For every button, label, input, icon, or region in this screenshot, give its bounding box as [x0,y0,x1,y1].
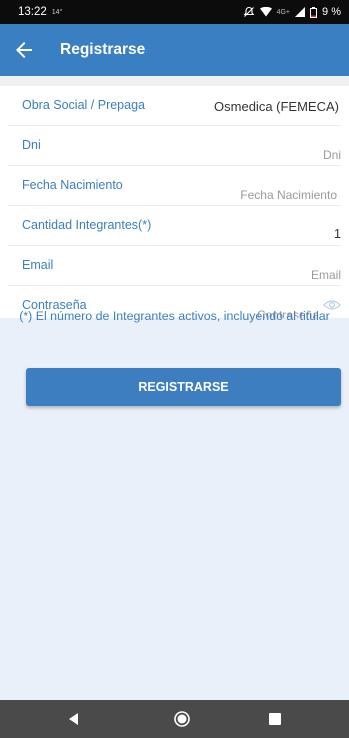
obra-social-label: Obra Social / Prepaga [22,98,145,112]
cantidad-integrantes-input[interactable]: 1 [334,227,341,241]
dni-field[interactable]: Dni Dni [8,126,341,166]
system-nav-bar [0,700,349,738]
email-label: Email [22,258,54,272]
network-type: 4G+ [276,8,291,16]
page-title: Registrarse [60,41,146,58]
email-field[interactable]: Email Email [8,246,341,286]
integrantes-note: (*) El número de Integrantes activos, in… [19,309,330,323]
email-input[interactable]: Email [311,268,341,282]
battery-level: 9 % [322,6,341,18]
fecha-nacimiento-label: Fecha Nacimiento [22,178,123,192]
registrarse-button[interactable]: REGISTRARSE [26,368,341,406]
cantidad-integrantes-label: Cantidad Integrantes(*) [22,218,152,232]
home-circle-icon[interactable] [172,709,192,729]
status-bar: 13:22 14° 4G+ 9 % [0,0,349,24]
arrow-left-icon[interactable] [12,38,36,62]
battery-icon [310,6,318,18]
obra-social-value[interactable]: Osmedica (FEMECA) [214,99,339,114]
app-bar: Registrarse [0,24,349,76]
status-time: 13:22 [18,6,47,18]
status-temperature: 14° [51,8,63,16]
dni-input[interactable]: Dni [323,148,341,162]
mute-icon [243,6,254,17]
dni-label: Dni [22,138,41,152]
header-divider [0,76,349,86]
registration-form: Obra Social / Prepaga Osmedica (FEMECA) … [0,86,349,322]
recents-square-icon[interactable] [265,709,285,729]
back-triangle-icon[interactable] [64,709,84,729]
signal-icon [295,7,306,17]
cantidad-integrantes-field[interactable]: Cantidad Integrantes(*) 1 [8,206,341,246]
obra-social-field[interactable]: Obra Social / Prepaga Osmedica (FEMECA) [8,86,341,126]
status-icons: 4G+ 9 % [243,6,341,18]
fecha-nacimiento-field[interactable]: Fecha Nacimiento Fecha Nacimiento [8,166,341,206]
wifi-icon [259,7,272,17]
fecha-nacimiento-input[interactable]: Fecha Nacimiento [240,188,337,202]
